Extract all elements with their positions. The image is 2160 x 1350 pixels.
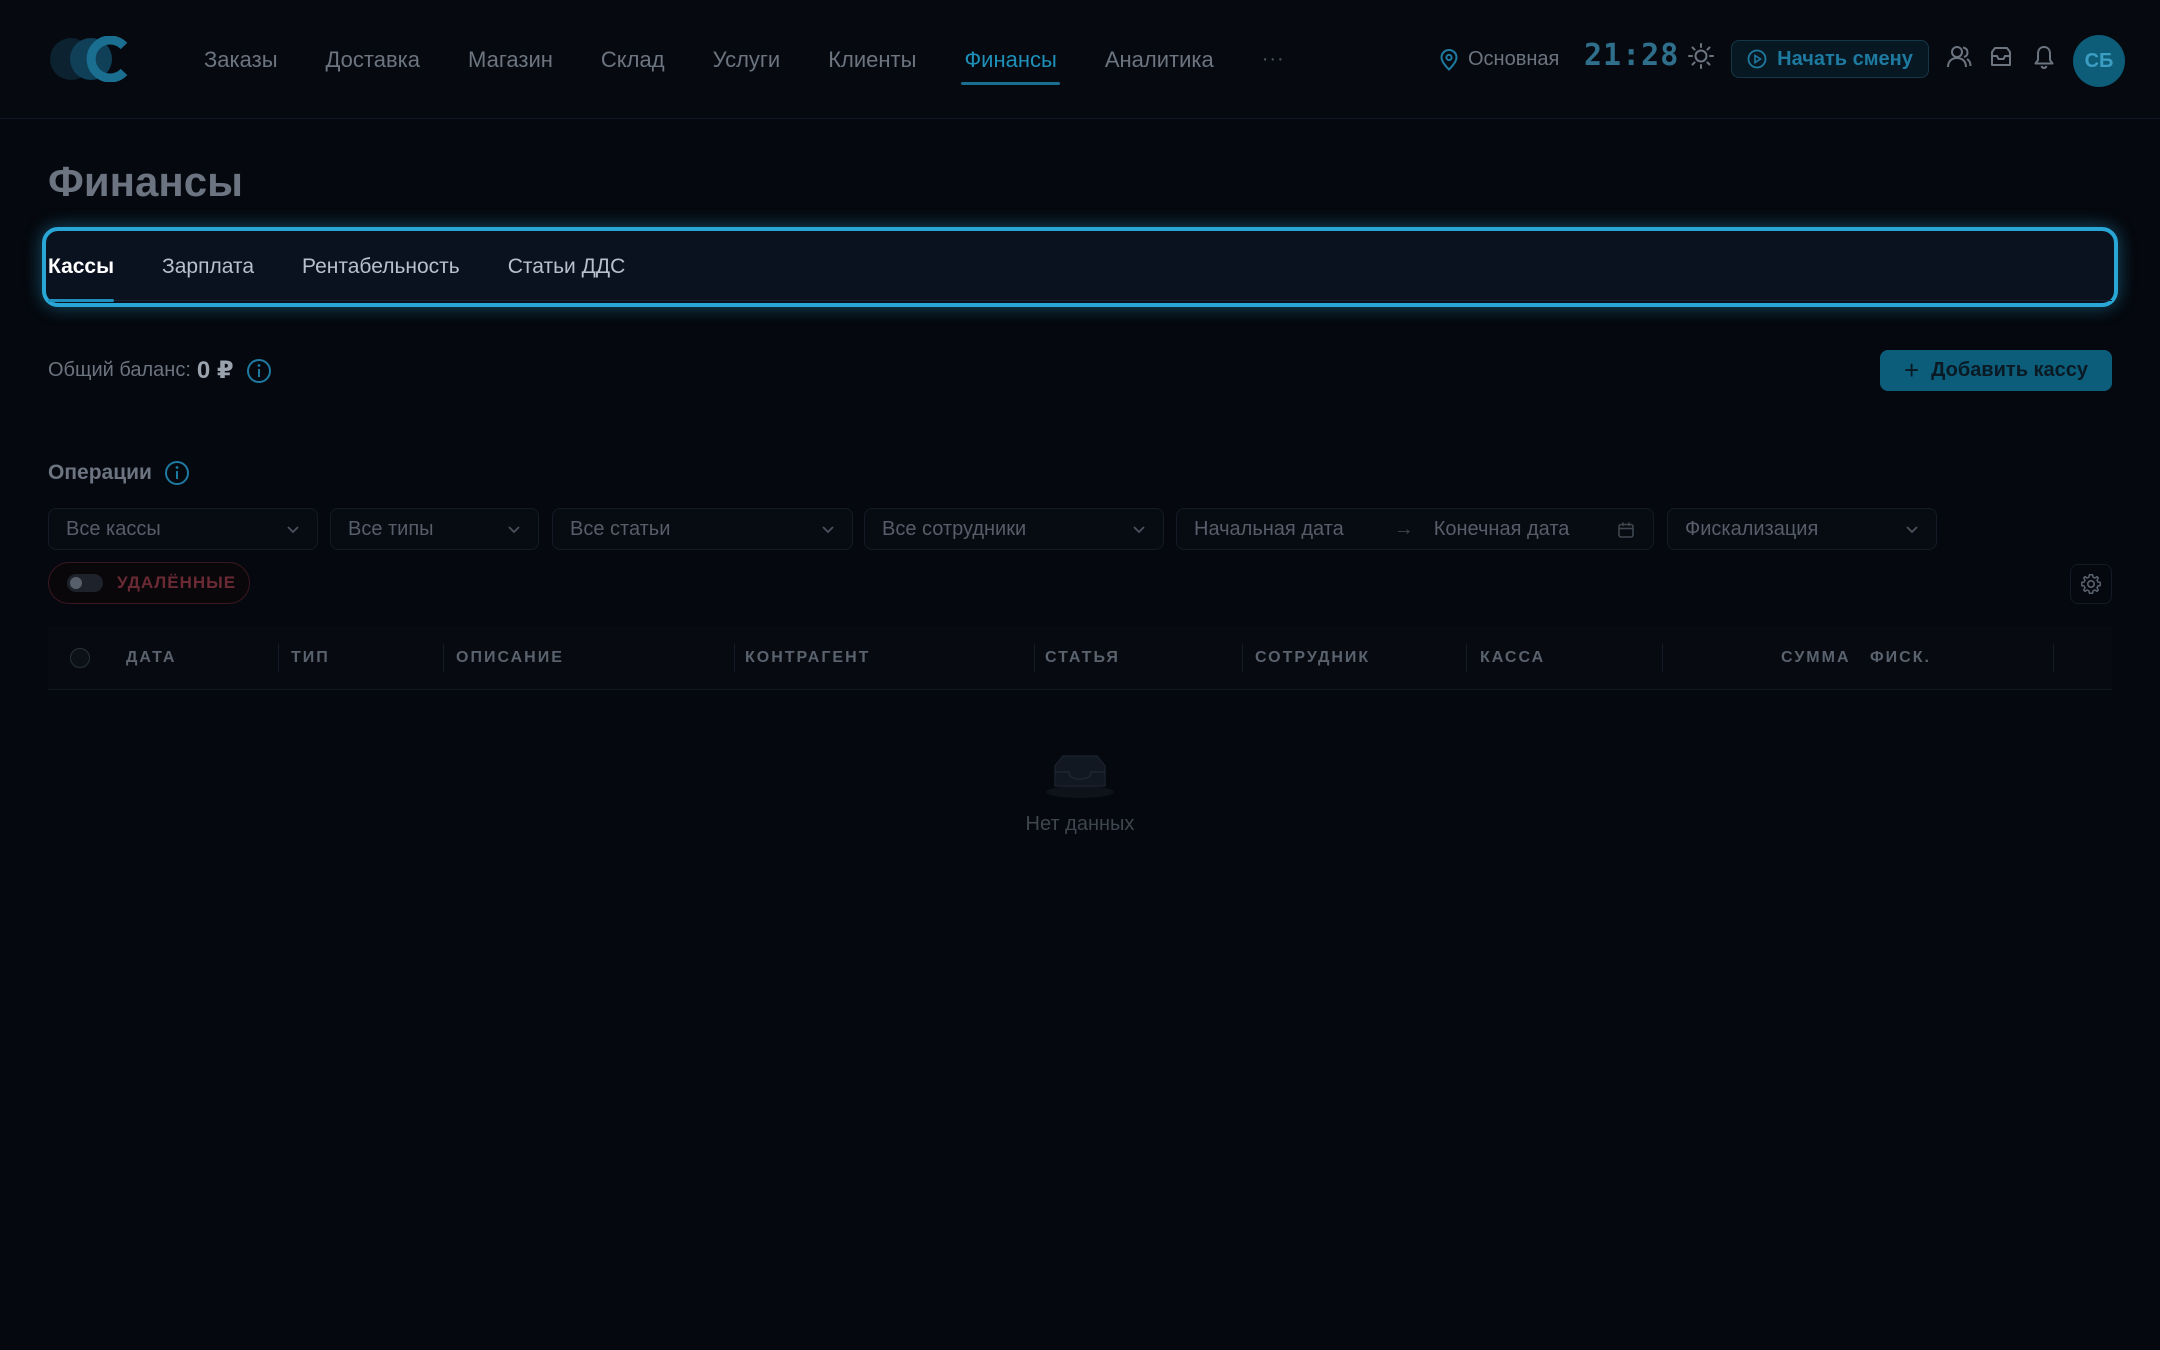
inbox-icon[interactable] <box>1988 44 2014 70</box>
column-divider <box>734 644 735 672</box>
info-icon[interactable] <box>246 358 272 384</box>
nav-analytics[interactable]: Аналитика <box>1105 0 1214 119</box>
col-fiscal[interactable]: ФИСК. <box>1870 626 1931 690</box>
balance-value: 0 ₽ <box>196 357 234 384</box>
column-divider <box>1242 644 1243 672</box>
plus-icon: + <box>1903 355 1920 385</box>
gear-icon <box>2081 574 2101 594</box>
col-description[interactable]: ОПИСАНИЕ <box>456 626 564 690</box>
operations-title: Операции <box>48 460 190 486</box>
tab-profitability[interactable]: Рентабельность <box>302 232 460 302</box>
operations-title-text: Операции <box>48 461 152 484</box>
total-balance: Общий баланс: 0 ₽ <box>48 356 272 385</box>
start-shift-label: Начать смену <box>1777 47 1913 70</box>
info-icon[interactable] <box>164 460 190 486</box>
user-avatar[interactable]: СБ <box>2073 35 2125 87</box>
arrow-right-icon: → <box>1393 517 1414 540</box>
nav-finance[interactable]: Финансы <box>961 0 1061 119</box>
column-divider <box>1034 644 1035 672</box>
col-amount[interactable]: СУММА <box>1781 626 1851 690</box>
nav-delivery[interactable]: Доставка <box>326 0 420 119</box>
play-circle-icon <box>1747 49 1767 69</box>
main-nav: Заказы Доставка Магазин Склад Услуги Кли… <box>204 0 1333 119</box>
end-date-input[interactable]: Конечная дата <box>1434 518 1570 541</box>
top-header: Заказы Доставка Магазин Склад Услуги Кли… <box>0 0 2160 119</box>
app-logo[interactable] <box>48 36 134 82</box>
map-pin-icon <box>1440 48 1458 71</box>
filter-types-value: Все типы <box>348 517 434 540</box>
chevron-down-icon <box>508 526 520 534</box>
nav-warehouse[interactable]: Склад <box>601 0 665 119</box>
chevron-down-icon <box>1906 526 1918 534</box>
column-divider <box>2053 644 2054 672</box>
col-item[interactable]: СТАТЬЯ <box>1045 626 1120 690</box>
date-range-picker[interactable]: Начальная дата → Конечная дата <box>1176 508 1654 550</box>
bell-icon[interactable] <box>2031 44 2057 70</box>
column-divider <box>1466 644 1467 672</box>
column-divider <box>443 644 444 672</box>
empty-state: Нет данных <box>980 752 1180 836</box>
empty-state-text: Нет данных <box>1025 813 1135 835</box>
add-cash-register-button[interactable]: + Добавить кассу <box>1880 350 2112 391</box>
finance-tabs: Кассы Зарплата Рентабельность Статьи ДДС <box>48 232 673 302</box>
page-title: Финансы <box>48 158 243 205</box>
users-icon[interactable] <box>1946 44 1972 70</box>
tab-salary[interactable]: Зарплата <box>162 232 254 302</box>
select-all-checkbox[interactable] <box>70 648 90 668</box>
filter-cash-select[interactable]: Все кассы <box>48 508 318 550</box>
show-deleted-toggle[interactable]: УДАЛЁННЫЕ <box>48 562 250 604</box>
nav-more-button[interactable]: ··· <box>1262 0 1285 119</box>
show-deleted-label: УДАЛЁННЫЕ <box>117 573 237 592</box>
filter-cash-value: Все кассы <box>66 517 161 540</box>
toggle-switch[interactable] <box>67 574 103 592</box>
nav-shop[interactable]: Магазин <box>468 0 553 119</box>
nav-clients[interactable]: Клиенты <box>828 0 916 119</box>
clock: 21:28 <box>1584 38 1680 73</box>
theme-toggle-icon[interactable] <box>1687 42 1715 70</box>
tab-cashflow-items[interactable]: Статьи ДДС <box>508 232 626 302</box>
location-label: Основная <box>1468 48 1560 70</box>
empty-box-icon <box>1046 755 1114 798</box>
filter-items-value: Все статьи <box>570 517 671 540</box>
table-settings-button[interactable] <box>2070 564 2112 604</box>
operations-table-header: ДАТА ТИП ОПИСАНИЕ КОНТРАГЕНТ СТАТЬЯ СОТР… <box>48 626 2112 690</box>
column-divider <box>1662 644 1663 672</box>
chevron-down-icon <box>1133 526 1145 534</box>
chevron-down-icon <box>822 526 834 534</box>
col-date[interactable]: ДАТА <box>126 626 176 690</box>
filter-employees-value: Все сотрудники <box>882 517 1027 540</box>
filter-employees-select[interactable]: Все сотрудники <box>864 508 1164 550</box>
filter-items-select[interactable]: Все статьи <box>552 508 853 550</box>
column-divider <box>278 644 279 672</box>
col-counterparty[interactable]: КОНТРАГЕНТ <box>745 626 870 690</box>
nav-services[interactable]: Услуги <box>713 0 781 119</box>
col-type[interactable]: ТИП <box>291 626 330 690</box>
calendar-icon <box>1618 522 1634 538</box>
col-cash[interactable]: КАССА <box>1480 626 1545 690</box>
chevron-down-icon <box>287 526 299 534</box>
filter-types-select[interactable]: Все типы <box>330 508 539 550</box>
start-shift-button[interactable]: Начать смену <box>1731 40 1929 78</box>
tab-cash-registers[interactable]: Кассы <box>48 232 115 302</box>
filter-fiscal-select[interactable]: Фискализация <box>1667 508 1937 550</box>
start-date-input[interactable]: Начальная дата <box>1194 518 1344 541</box>
balance-label: Общий баланс: <box>48 359 191 381</box>
nav-orders[interactable]: Заказы <box>204 0 278 119</box>
add-cash-register-label: Добавить кассу <box>1931 359 2089 381</box>
location-selector[interactable]: Основная <box>1440 0 1559 119</box>
col-employee[interactable]: СОТРУДНИК <box>1255 626 1370 690</box>
filter-fiscal-value: Фискализация <box>1685 517 1819 540</box>
